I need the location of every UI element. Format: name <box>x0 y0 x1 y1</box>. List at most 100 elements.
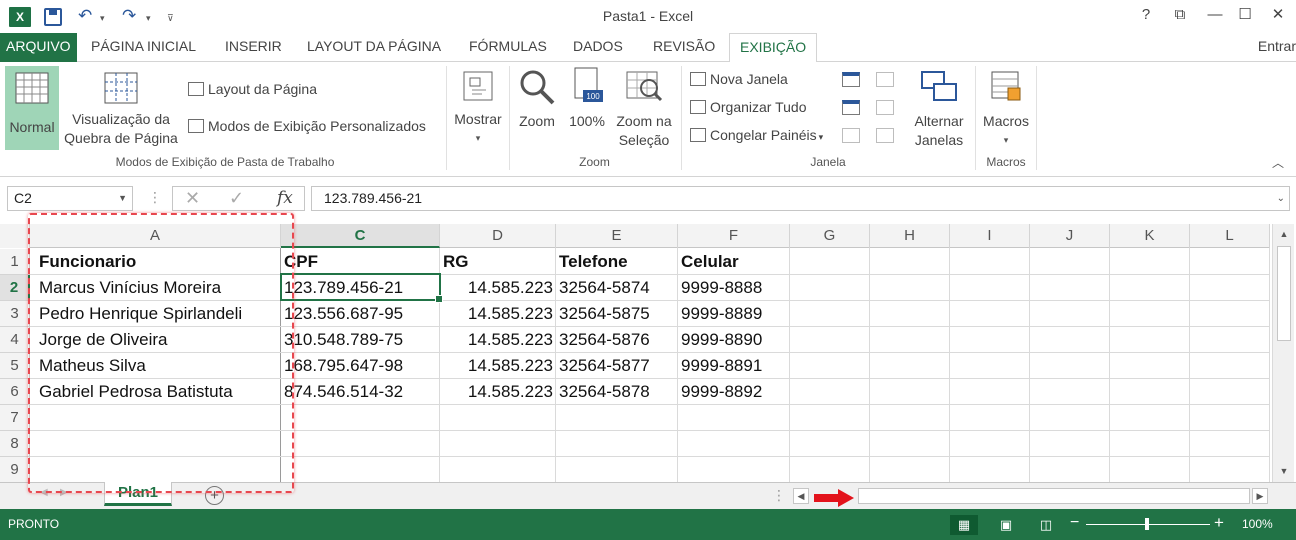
column-header-i[interactable]: I <box>950 224 1030 248</box>
cell-e4[interactable]: 32564-5876 <box>556 327 653 353</box>
expand-formula-bar-icon[interactable]: ⌄ <box>1277 187 1285 210</box>
zoom-to-selection-button[interactable]: Zoom na Seleção <box>612 66 676 150</box>
formula-bar-grip-icon[interactable]: ⋮ <box>148 189 162 206</box>
row-header-5[interactable]: 5 <box>0 353 30 379</box>
cell-d6[interactable]: 14.585.223 <box>440 379 556 405</box>
cell-f4[interactable]: 9999-8890 <box>678 327 765 353</box>
cell-d5[interactable]: 14.585.223 <box>440 353 556 379</box>
scroll-right-icon[interactable]: ▶ <box>1252 488 1268 504</box>
formula-input[interactable]: 123.789.456-21 ⌄ <box>311 186 1290 211</box>
cell-c5[interactable]: 168.795.647-98 <box>281 353 406 379</box>
cell-d4[interactable]: 14.585.223 <box>440 327 556 353</box>
arrange-all-button[interactable]: Organizar Tudo <box>690 97 807 117</box>
cancel-icon[interactable]: ✕ <box>185 187 200 210</box>
horizontal-scroll-thumb[interactable] <box>858 488 1250 504</box>
column-header-g[interactable]: G <box>790 224 870 248</box>
freeze-panes-button[interactable]: Congelar Painéis ▾ <box>690 125 823 147</box>
new-window-button[interactable]: Nova Janela <box>690 69 788 89</box>
vertical-scrollbar[interactable]: ▲ ▼ <box>1272 224 1294 482</box>
show-button[interactable]: Mostrar ▾ <box>450 66 506 150</box>
column-header-j[interactable]: J <box>1030 224 1110 248</box>
column-header-h[interactable]: H <box>870 224 950 248</box>
row-header-8[interactable]: 8 <box>0 431 30 457</box>
cell-c3[interactable]: 123.556.687-95 <box>281 301 406 327</box>
tab-exibicao[interactable]: EXIBIÇÃO <box>729 33 818 63</box>
row-header-7[interactable]: 7 <box>0 405 30 431</box>
reset-window-position-icon[interactable] <box>876 128 894 143</box>
view-side-by-side-icon[interactable] <box>876 72 894 87</box>
cell-d3[interactable]: 14.585.223 <box>440 301 556 327</box>
synchronous-scrolling-icon[interactable] <box>876 100 894 115</box>
cell-f6[interactable]: 9999-8892 <box>678 379 765 405</box>
hide-window-icon[interactable] <box>842 100 860 115</box>
row-header-9[interactable]: 9 <box>0 457 30 483</box>
column-header-e[interactable]: E <box>556 224 678 248</box>
sign-in-link[interactable]: Entrar <box>1258 33 1296 60</box>
maximize-button[interactable]: ☐ <box>1230 5 1260 25</box>
normal-view-status-icon[interactable]: ▦ <box>950 515 978 535</box>
column-header-c[interactable]: C <box>281 224 440 248</box>
zoom-in-icon[interactable]: + <box>1214 513 1224 533</box>
cell-e5[interactable]: 32564-5877 <box>556 353 653 379</box>
name-box[interactable]: C2 ▼ <box>7 186 133 211</box>
cell-f1[interactable]: Celular <box>678 249 742 275</box>
cell-c6[interactable]: 874.546.514-32 <box>281 379 406 405</box>
minimize-button[interactable]: — <box>1200 5 1230 25</box>
cell-e2[interactable]: 32564-5874 <box>556 275 653 301</box>
unhide-window-icon[interactable] <box>842 128 860 143</box>
cell-e3[interactable]: 32564-5875 <box>556 301 653 327</box>
tab-split-grip-icon[interactable]: ⋮ <box>772 487 786 504</box>
tab-dados[interactable]: DADOS <box>563 33 633 62</box>
custom-views-button[interactable]: Modos de Exibição Personalizados <box>188 116 426 136</box>
column-header-d[interactable]: D <box>440 224 556 248</box>
cell-f5[interactable]: 9999-8891 <box>678 353 765 379</box>
collapse-ribbon-icon[interactable]: ︿ <box>1272 154 1284 171</box>
help-button[interactable]: ? <box>1131 5 1161 25</box>
zoom-slider-thumb[interactable] <box>1145 518 1149 530</box>
tab-pagina-inicial[interactable]: PÁGINA INICIAL <box>81 33 206 62</box>
split-icon[interactable] <box>842 72 860 87</box>
tab-formulas[interactable]: FÓRMULAS <box>459 33 557 62</box>
cell-d2[interactable]: 14.585.223 <box>440 275 556 301</box>
cell-f3[interactable]: 9999-8889 <box>678 301 765 327</box>
switch-windows-button[interactable]: Alternar Janelas <box>906 66 972 150</box>
active-cell-selection[interactable] <box>280 273 443 303</box>
ribbon-display-options-icon[interactable]: ⧉ <box>1165 5 1195 25</box>
close-button[interactable]: ✕ <box>1263 5 1293 25</box>
tab-layout-da-pagina[interactable]: LAYOUT DA PÁGINA <box>297 33 451 62</box>
cell-f2[interactable]: 9999-8888 <box>678 275 765 301</box>
column-header-k[interactable]: K <box>1110 224 1190 248</box>
cell-e1[interactable]: Telefone <box>556 249 631 275</box>
row-header-4[interactable]: 4 <box>0 327 30 353</box>
zoom-out-icon[interactable]: − <box>1070 514 1079 532</box>
tab-inserir[interactable]: INSERIR <box>215 33 292 62</box>
vertical-scroll-thumb[interactable] <box>1277 246 1291 341</box>
row-header-1[interactable]: 1 <box>0 249 30 275</box>
column-header-f[interactable]: F <box>678 224 790 248</box>
name-box-dropdown-icon[interactable]: ▼ <box>118 187 127 210</box>
zoom-button[interactable]: Zoom <box>513 66 561 150</box>
zoom-100-button[interactable]: 100 100% <box>563 66 611 150</box>
tab-arquivo[interactable]: ARQUIVO <box>0 33 77 62</box>
enter-icon[interactable]: ✓ <box>229 187 244 210</box>
row-header-2[interactable]: 2 <box>0 275 30 301</box>
scroll-left-icon[interactable]: ◀ <box>793 488 809 504</box>
insert-function-icon[interactable]: fx <box>277 187 293 210</box>
scroll-up-icon[interactable]: ▲ <box>1273 229 1295 239</box>
column-header-l[interactable]: L <box>1190 224 1270 248</box>
cell-c4[interactable]: 310.548.789-75 <box>281 327 406 353</box>
select-all-corner[interactable] <box>0 224 30 248</box>
tab-revisao[interactable]: REVISÃO <box>643 33 725 62</box>
cell-d1[interactable]: RG <box>440 249 472 275</box>
normal-view-button[interactable]: Normal <box>5 66 59 150</box>
scroll-down-icon[interactable]: ▼ <box>1273 466 1295 476</box>
page-layout-button[interactable]: Layout da Página <box>188 79 317 99</box>
page-break-preview-button[interactable]: Visualização da Quebra de Página <box>60 66 182 150</box>
page-layout-status-icon[interactable]: ▣ <box>992 515 1020 535</box>
macros-button[interactable]: Macros ▾ <box>978 66 1034 150</box>
cell-e6[interactable]: 32564-5878 <box>556 379 653 405</box>
row-header-3[interactable]: 3 <box>0 301 30 327</box>
page-break-status-icon[interactable]: ◫ <box>1032 515 1060 535</box>
zoom-level[interactable]: 100% <box>1242 517 1273 531</box>
row-header-6[interactable]: 6 <box>0 379 30 405</box>
